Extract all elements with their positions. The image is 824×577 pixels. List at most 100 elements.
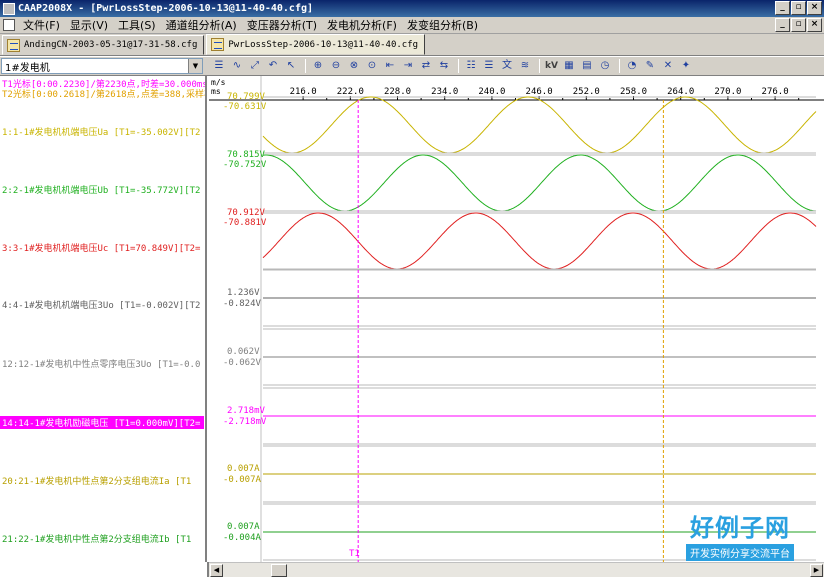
time-tick-label: 276.0 bbox=[762, 87, 789, 97]
table-icon[interactable]: ▤ bbox=[579, 58, 595, 74]
cfg-file-icon bbox=[7, 38, 20, 52]
magic-icon[interactable]: ✦ bbox=[678, 58, 694, 74]
menu-view[interactable]: 显示(V) bbox=[65, 17, 113, 33]
circle-icon[interactable]: ◔ bbox=[624, 58, 640, 74]
kv-icon[interactable]: kV bbox=[544, 58, 559, 74]
minimize-button[interactable]: _ bbox=[775, 1, 790, 15]
channel-list: T1光标[0:00.2230]/第2230点,时差=30.000ms,采样 T2… bbox=[0, 76, 207, 562]
toolbar-separator bbox=[305, 59, 306, 73]
list-icon[interactable]: ☰ bbox=[211, 58, 227, 74]
zoom-y-icon[interactable]: ⊙ bbox=[364, 58, 380, 74]
zoom-in-icon[interactable]: ⊕ bbox=[310, 58, 326, 74]
channel-min-value: -2.718mV bbox=[223, 417, 267, 427]
menu-transformer-analysis[interactable]: 变压器分析(T) bbox=[242, 17, 322, 33]
scroll-left-button[interactable]: ◀ bbox=[210, 564, 223, 577]
channel-max-value: 70.912V bbox=[227, 208, 266, 218]
scroll-thumb[interactable] bbox=[271, 564, 287, 577]
channel-waveform[interactable] bbox=[262, 96, 817, 154]
channel-min-value: -0.824V bbox=[223, 299, 262, 309]
toolbar-separator bbox=[618, 59, 620, 73]
mdi-restore-button[interactable]: ▫ bbox=[791, 18, 806, 32]
toolbar-separator bbox=[458, 59, 459, 73]
channel-max-value: 70.815V bbox=[227, 150, 266, 160]
channel-min-value: -0.004A bbox=[223, 533, 262, 543]
channel-max-value: 2.718mV bbox=[227, 406, 266, 416]
window-title: CAAP2008X - [PwrLossStep-2006-10-13@11-4… bbox=[18, 3, 314, 14]
cursor2-icon[interactable]: ⇆ bbox=[436, 58, 452, 74]
document-icon[interactable] bbox=[3, 19, 15, 31]
t1-cursor-marker[interactable]: T1 bbox=[349, 549, 360, 559]
close-button[interactable]: × bbox=[807, 1, 822, 15]
title-bar: CAAP2008X - [PwrLossStep-2006-10-13@11-4… bbox=[0, 0, 824, 17]
menu-bar: 文件(F) 显示(V) 工具(S) 通道组分析(A) 变压器分析(T) 发电机分… bbox=[0, 17, 824, 34]
channel-group-value: 1#发电机 bbox=[5, 62, 50, 74]
tab-pwrlossstep-cfg[interactable]: PwrLossStep-2006-10-13@11-40-40.cfg bbox=[206, 34, 426, 55]
t2-cursor-info: T2光标[0:00.2618]/第2618点,点差=388,采样率 bbox=[2, 90, 207, 100]
chevron-down-icon[interactable]: ▼ bbox=[188, 59, 202, 73]
toolbar-separator bbox=[539, 59, 540, 73]
channel-group-select[interactable]: 1#发电机 ▼ bbox=[1, 58, 203, 74]
channel-max-value: 0.062V bbox=[227, 347, 260, 357]
time-unit-top: m/s bbox=[211, 78, 226, 87]
channel-waveform[interactable] bbox=[262, 212, 817, 270]
menu-channel-group-analysis[interactable]: 通道组分析(A) bbox=[161, 17, 242, 33]
mdi-minimize-button[interactable]: _ bbox=[775, 18, 790, 32]
app-icon bbox=[3, 2, 15, 15]
undo-zoom-icon[interactable]: ↶ bbox=[265, 58, 281, 74]
channel-waveform[interactable] bbox=[262, 154, 817, 212]
toolbar: 1#发电机 ▼ ☰ ∿ ⤢ ↶ ↖ ⊕ ⊖ ⊗ ⊙ ⇤ ⇥ ⇄ ⇆ ☷ ☰ 文 … bbox=[0, 57, 824, 76]
move-left-icon[interactable]: ⇤ bbox=[382, 58, 398, 74]
time-tick-label: 228.0 bbox=[384, 87, 411, 97]
xy-icon[interactable]: ✕ bbox=[660, 58, 676, 74]
waveform-plot[interactable]: m/s ms 216.0 222.0 228.0 234.0 240.0 246.0 252.0… bbox=[209, 76, 824, 562]
zoom-out-icon[interactable]: ⊖ bbox=[328, 58, 344, 74]
tab-anding-cfg[interactable]: AndingCN-2003-05-31@17-31-58.cfg bbox=[2, 35, 205, 55]
menu-tools[interactable]: 工具(S) bbox=[113, 17, 161, 33]
time-tick-label: 234.0 bbox=[431, 87, 458, 97]
mdi-close-button[interactable]: × bbox=[807, 18, 822, 32]
pen-icon[interactable]: ✎ bbox=[642, 58, 658, 74]
channel-label-2[interactable]: 2:2-1#发电机机端电压Ub [T1=-35.772V][T2 bbox=[2, 183, 200, 196]
time-tick-label: 252.0 bbox=[573, 87, 600, 97]
menu-generator-analysis[interactable]: 发电机分析(F) bbox=[322, 17, 402, 33]
menu-file[interactable]: 文件(F) bbox=[18, 17, 65, 33]
time-tick-label: 216.0 bbox=[290, 87, 317, 97]
menu-gen-transformer-analysis[interactable]: 发变组分析(B) bbox=[402, 17, 483, 33]
time-tick-label: 258.0 bbox=[620, 87, 647, 97]
channel-label-7[interactable]: 20:21-1#发电机中性点第2分支组电流Ia [T1 bbox=[2, 474, 191, 487]
harmonic-icon[interactable]: ≋ bbox=[517, 58, 533, 74]
zoom-fit-icon[interactable]: ⤢ bbox=[247, 58, 263, 74]
channel-label-1[interactable]: 1:1-1#发电机机端电压Ua [T1=-35.002V][T2 bbox=[2, 125, 200, 138]
maximize-button[interactable]: ▫ bbox=[791, 1, 806, 15]
channel-label-5[interactable]: 12:12-1#发电机中性点零序电压3Uo [T1=-0.0 bbox=[2, 357, 200, 370]
cursor-icon[interactable]: ⇄ bbox=[418, 58, 434, 74]
channel-min-value: -70.752V bbox=[223, 160, 267, 170]
channel-label-8[interactable]: 21:22-1#发电机中性点第2分支组电流Ib [T1 bbox=[2, 532, 191, 545]
wave-icon[interactable]: ∿ bbox=[229, 58, 245, 74]
tool-buttons: ☰ ∿ ⤢ ↶ ↖ ⊕ ⊖ ⊗ ⊙ ⇤ ⇥ ⇄ ⇆ ☷ ☰ 文 ≋ kV ▦ ▤… bbox=[211, 58, 696, 74]
channel-max-value: 0.007A bbox=[227, 522, 260, 532]
cfg-file-icon bbox=[211, 38, 225, 51]
select-icon[interactable]: ↖ bbox=[283, 58, 299, 74]
channel-max-value: 1.236V bbox=[227, 288, 260, 298]
watermark-title: 好例子网 bbox=[690, 514, 790, 542]
time-tick-label: 222.0 bbox=[337, 87, 364, 97]
align-left-icon[interactable]: ☷ bbox=[463, 58, 479, 74]
clock-icon[interactable]: ◷ bbox=[597, 58, 613, 74]
move-right-icon[interactable]: ⇥ bbox=[400, 58, 416, 74]
chinese-icon[interactable]: 文 bbox=[499, 58, 515, 74]
waveform-svg[interactable]: m/sms 216.0 222.0 228.0 234.0 240.0 246.0 252.0… bbox=[209, 76, 824, 562]
document-tabs: AndingCN-2003-05-31@17-31-58.cfg PwrLoss… bbox=[0, 34, 824, 56]
channel-label-4[interactable]: 4:4-1#发电机机端电压3Uo [T1=-0.002V][T2 bbox=[2, 298, 200, 311]
channel-label-6[interactable]: 14:14-1#发电机励磁电压 [T1=0.000mV][T2= bbox=[0, 416, 204, 429]
channel-min-value: -0.007A bbox=[223, 475, 262, 485]
horizontal-scrollbar[interactable]: ◀ ▶ bbox=[209, 562, 824, 577]
channel-max-value: 0.007A bbox=[227, 464, 260, 474]
channel-min-value: -70.881V bbox=[223, 218, 267, 228]
channel-label-3[interactable]: 3:3-1#发电机机端电压Uc [T1=70.849V][T2= bbox=[2, 241, 200, 254]
phasor-icon[interactable]: ▦ bbox=[561, 58, 577, 74]
time-tick-label: 264.0 bbox=[667, 87, 694, 97]
scroll-right-button[interactable]: ▶ bbox=[810, 564, 823, 577]
align-right-icon[interactable]: ☰ bbox=[481, 58, 497, 74]
zoom-x-icon[interactable]: ⊗ bbox=[346, 58, 362, 74]
